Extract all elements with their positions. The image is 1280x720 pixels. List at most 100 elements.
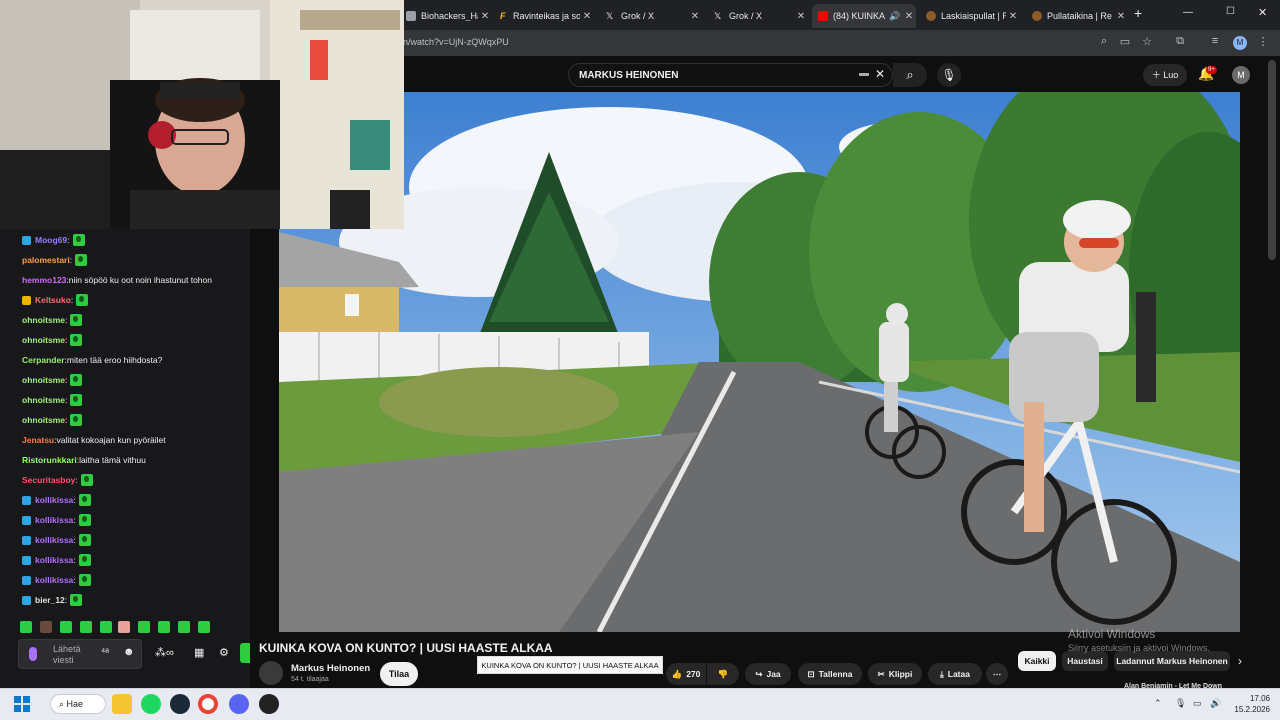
bits-icon[interactable]: ⁂∞ <box>155 646 174 659</box>
chat-user-badge-icon[interactable] <box>22 535 31 545</box>
keyboard-icon[interactable]: ▬ <box>859 68 869 79</box>
chat-username[interactable]: ohnoitsme <box>22 315 65 325</box>
extensions-icon[interactable]: ⧉ <box>1172 35 1188 48</box>
video-player[interactable] <box>279 92 1240 632</box>
clip-button[interactable]: ✂ Klippi <box>868 663 922 685</box>
windows-start-icon[interactable] <box>14 696 30 712</box>
tab-biohackers[interactable]: Biohackers_Hand ✕ <box>400 4 492 28</box>
close-icon[interactable]: ✕ <box>688 11 702 22</box>
steam-icon[interactable] <box>170 694 190 714</box>
volume-icon[interactable]: 🔊 <box>1210 698 1221 709</box>
chat-user-badge-icon[interactable] <box>22 295 31 305</box>
create-button[interactable]: ＋ Luo <box>1143 64 1187 86</box>
maximize-button[interactable]: ☐ <box>1226 6 1235 17</box>
taskbar-clock[interactable]: 17.06 15.2.2026 <box>1228 693 1270 715</box>
close-icon[interactable]: ✕ <box>478 11 492 22</box>
profile-avatar[interactable]: M <box>1233 36 1247 50</box>
page-scrollbar[interactable] <box>1268 60 1276 260</box>
chat-user-badge-icon[interactable] <box>22 555 31 565</box>
app-icon[interactable] <box>259 694 279 714</box>
chat-settings-gear-icon[interactable]: ⚙ <box>219 646 229 659</box>
chat-username[interactable]: hemmo123 <box>22 275 66 285</box>
chat-badge-icon[interactable] <box>29 647 37 661</box>
discord-icon[interactable] <box>229 694 249 714</box>
zoom-icon[interactable]: ⌕ <box>1096 35 1112 48</box>
search-button[interactable]: ⌕ <box>893 63 927 87</box>
chat-username[interactable]: bier_12 <box>35 595 65 605</box>
chip-uploaded-by[interactable]: Ladannut Markus Heinonen <box>1114 651 1230 671</box>
chat-username[interactable]: Cerpander <box>22 355 65 365</box>
file-explorer-icon[interactable] <box>112 694 132 714</box>
chat-username[interactable]: kollikissa <box>35 555 73 565</box>
download-button[interactable]: ⤓ Lataa <box>928 663 982 685</box>
chat-user-badge-icon[interactable] <box>22 575 31 585</box>
chat-emote-icon <box>70 594 83 606</box>
close-icon[interactable]: ✕ <box>580 11 594 22</box>
close-icon[interactable]: ✕ <box>794 11 808 22</box>
minimize-button[interactable]: — <box>1183 7 1193 18</box>
dislike-button[interactable]: 👎 <box>707 663 739 685</box>
media-control-icon[interactable]: ≡ <box>1207 35 1223 47</box>
voice-search-button[interactable]: 🎙 <box>937 63 961 87</box>
channel-name[interactable]: Markus Heinonen <box>291 663 370 674</box>
chat-input[interactable]: Lähetä viesti ⁴ᵃ ☻ <box>18 639 142 669</box>
chat-username[interactable]: kollikissa <box>35 575 73 585</box>
save-button[interactable]: ⊡ Tallenna <box>798 663 862 685</box>
clear-search-icon[interactable]: ✕ <box>875 67 885 81</box>
chat-username[interactable]: ohnoitsme <box>22 415 65 425</box>
chat-user-badge-icon[interactable] <box>22 515 31 525</box>
emote-picker-icon[interactable]: ☻ <box>123 646 135 658</box>
translate-icon[interactable]: ⁴ᵃ <box>101 647 109 658</box>
tab-ravinteikas[interactable]: F Ravinteikas ja so ✕ <box>494 4 594 28</box>
share-button[interactable]: ↪ Jaa <box>745 663 791 685</box>
chat-message-text: laitha tämä vithuu <box>79 455 146 465</box>
close-icon[interactable]: ✕ <box>902 11 916 22</box>
chat-username[interactable]: Securitasboy <box>22 475 75 485</box>
chat-username[interactable]: kollikissa <box>35 535 73 545</box>
account-avatar[interactable]: M <box>1232 66 1250 84</box>
network-icon[interactable]: ▭ <box>1193 698 1202 709</box>
chip-for-you[interactable]: Haustasi <box>1062 651 1108 671</box>
tab-grok-1[interactable]: 𝕏 Grok / X ✕ <box>600 4 702 28</box>
chat-username[interactable]: Jenatsu <box>22 435 54 445</box>
cast-icon[interactable]: ▭ <box>1117 35 1133 48</box>
tray-chevron-icon[interactable]: ⌃ <box>1154 698 1162 709</box>
chip-all[interactable]: Kaikki <box>1018 651 1056 671</box>
more-actions-button[interactable]: ⋯ <box>986 663 1008 685</box>
tab-laskiaispullat[interactable]: Laskiaispullat | R ✕ <box>920 4 1020 28</box>
taskbar-search[interactable]: ⌕ Hae <box>50 694 106 714</box>
chat-user-badge-icon[interactable] <box>22 495 31 505</box>
close-icon[interactable]: ✕ <box>1114 11 1128 22</box>
subscribe-button[interactable]: Tilaa <box>380 662 418 686</box>
chat-username[interactable]: palomestari <box>22 255 70 265</box>
chat-username[interactable]: kollikissa <box>35 515 73 525</box>
tab-pullataikina[interactable]: Pullataikina | Re ✕ <box>1026 4 1128 28</box>
microphone-tray-icon[interactable]: 🎙 <box>1175 698 1186 709</box>
like-button[interactable]: 👍 270 <box>666 663 706 685</box>
chat-username[interactable]: ohnoitsme <box>22 375 65 385</box>
chat-username[interactable]: kollikissa <box>35 495 73 505</box>
menu-dots-icon[interactable]: ⋮ <box>1255 35 1271 48</box>
close-icon[interactable]: ✕ <box>1006 11 1020 22</box>
channel-avatar[interactable] <box>259 661 283 685</box>
chat-username[interactable]: Moog69 <box>35 235 67 245</box>
chat-username[interactable]: ohnoitsme <box>22 335 65 345</box>
chat-user-badge-icon[interactable] <box>22 235 31 245</box>
store-icon[interactable]: ▦ <box>194 646 204 659</box>
chat-username[interactable]: Ristorunkkari <box>22 455 77 465</box>
chat-user-badge-icon[interactable] <box>22 595 31 605</box>
chat-username[interactable]: Keltsuko <box>35 295 71 305</box>
chrome-icon[interactable] <box>198 694 218 714</box>
chips-next-chevron-icon[interactable]: › <box>1238 654 1242 668</box>
url-field[interactable]: n/watch?v=UjN-zQWqxPU <box>395 34 1125 52</box>
chat-username[interactable]: ohnoitsme <box>22 395 65 405</box>
chat-send-button[interactable] <box>240 643 250 663</box>
search-input[interactable]: MARKUS HEINONEN ▬ ✕ <box>568 63 893 87</box>
tab-grok-2[interactable]: 𝕏 Grok / X ✕ <box>708 4 808 28</box>
new-tab-button[interactable]: + <box>1134 5 1142 21</box>
spotify-icon[interactable] <box>141 694 161 714</box>
audio-icon[interactable]: 🔊 <box>888 11 902 22</box>
bookmark-star-icon[interactable]: ☆ <box>1139 35 1155 48</box>
tab-youtube-active[interactable]: (84) KUINKA 🔊 ✕ <box>812 4 916 28</box>
window-close-button[interactable]: ✕ <box>1258 6 1267 19</box>
